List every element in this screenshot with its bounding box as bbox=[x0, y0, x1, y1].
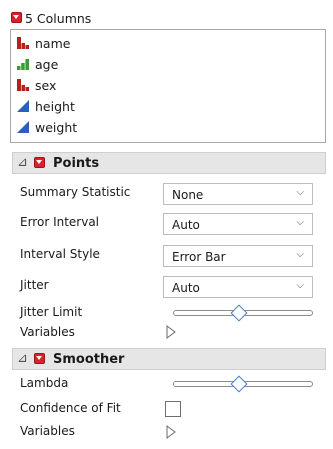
continuous-icon bbox=[17, 121, 29, 133]
column-label: age bbox=[35, 56, 59, 72]
error-interval-value: Auto bbox=[172, 218, 200, 232]
column-item-weight[interactable]: weight bbox=[17, 117, 77, 137]
column-item-sex[interactable]: sex bbox=[17, 75, 56, 95]
nominal-icon bbox=[17, 79, 29, 91]
column-item-name[interactable]: name bbox=[17, 33, 70, 53]
slider-thumb[interactable] bbox=[230, 375, 248, 393]
interval-style-select[interactable]: Error Bar ⌵ bbox=[163, 245, 313, 267]
continuous-icon bbox=[17, 100, 29, 112]
chevron-down-icon: ⌵ bbox=[296, 187, 304, 198]
column-item-age[interactable]: age bbox=[17, 54, 58, 74]
jitter-label: Jitter bbox=[20, 278, 49, 292]
column-label: name bbox=[35, 35, 71, 51]
smoother-title: Smoother bbox=[53, 352, 125, 367]
column-label: sex bbox=[35, 77, 57, 93]
smoother-menu-icon[interactable] bbox=[34, 353, 45, 364]
interval-style-value: Error Bar bbox=[172, 250, 226, 264]
smoother-variables-label: Variables bbox=[20, 424, 75, 438]
interval-style-label: Interval Style bbox=[20, 247, 100, 261]
error-interval-select[interactable]: Auto ⌵ bbox=[163, 213, 313, 235]
points-menu-icon[interactable] bbox=[34, 157, 45, 168]
points-section-header: ⊿ Points bbox=[12, 152, 326, 174]
lambda-label: Lambda bbox=[20, 376, 69, 390]
column-list[interactable]: name age sex height weight bbox=[10, 29, 326, 143]
chevron-down-icon: ⌵ bbox=[296, 249, 304, 260]
expand-triangle-icon[interactable] bbox=[166, 325, 176, 339]
points-variables-label: Variables bbox=[20, 325, 75, 339]
error-interval-label: Error Interval bbox=[20, 215, 100, 229]
disclosure-icon[interactable]: ⊿ bbox=[17, 155, 28, 170]
chevron-down-icon: ⌵ bbox=[296, 280, 304, 291]
ordinal-icon bbox=[17, 59, 29, 70]
lambda-slider[interactable] bbox=[173, 375, 313, 393]
disclosure-icon[interactable]: ⊿ bbox=[17, 351, 28, 366]
jitter-value: Auto bbox=[172, 281, 200, 295]
summary-statistic-label: Summary Statistic bbox=[20, 185, 131, 199]
confidence-of-fit-label: Confidence of Fit bbox=[20, 401, 121, 415]
expand-triangle-icon[interactable] bbox=[166, 425, 176, 439]
summary-statistic-select[interactable]: None ⌵ bbox=[163, 183, 313, 205]
summary-statistic-value: None bbox=[172, 188, 204, 202]
column-item-height[interactable]: height bbox=[17, 96, 75, 116]
jitter-select[interactable]: Auto ⌵ bbox=[163, 276, 313, 298]
columns-title: 5 Columns bbox=[25, 11, 92, 26]
nominal-icon bbox=[17, 37, 29, 49]
points-title: Points bbox=[53, 156, 100, 171]
smoother-section-header: ⊿ Smoother bbox=[12, 348, 326, 370]
column-label: weight bbox=[35, 119, 78, 135]
columns-menu-icon[interactable] bbox=[11, 12, 22, 23]
jitter-limit-slider[interactable] bbox=[173, 304, 313, 322]
confidence-of-fit-checkbox[interactable] bbox=[165, 401, 181, 417]
column-label: height bbox=[35, 98, 75, 114]
slider-thumb[interactable] bbox=[230, 304, 248, 322]
jitter-limit-label: Jitter Limit bbox=[20, 305, 83, 319]
chevron-down-icon: ⌵ bbox=[296, 217, 304, 228]
